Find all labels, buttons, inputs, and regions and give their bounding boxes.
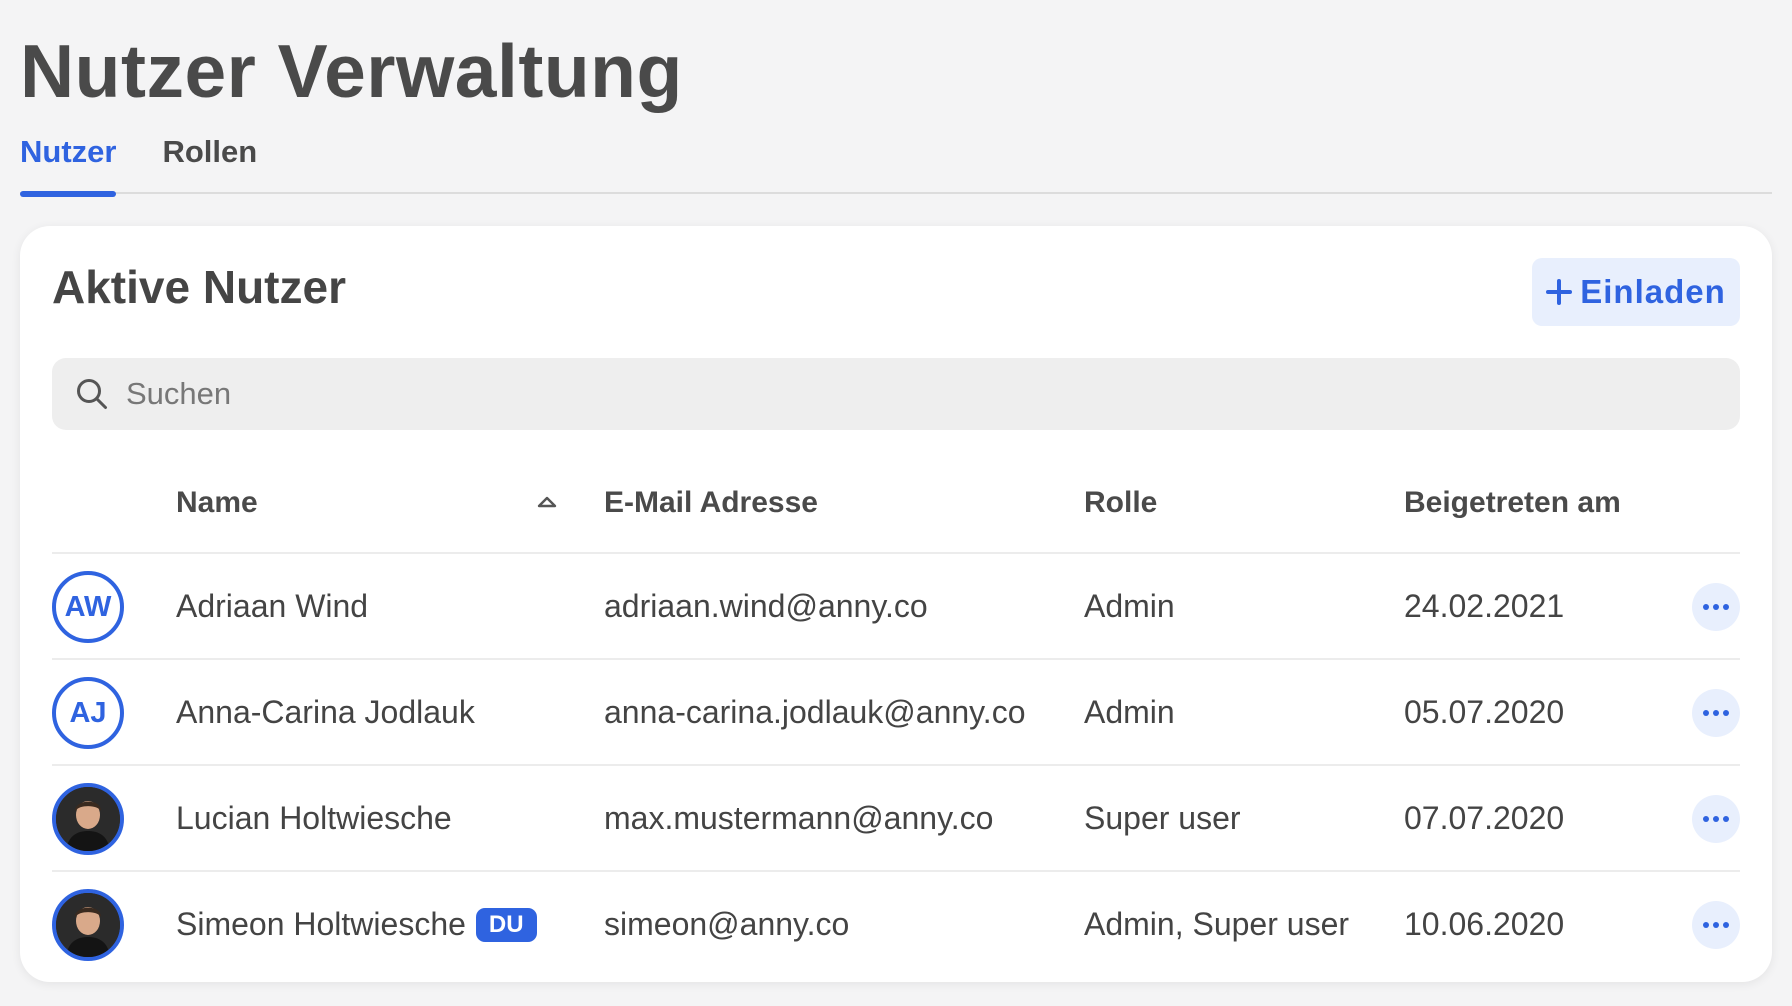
column-header-email: E-Mail Adresse: [604, 486, 818, 519]
user-joined-date: 07.07.2020: [1404, 800, 1565, 836]
user-name-cell: Simeon Holtwiesche DU: [176, 906, 537, 943]
user-email: simeon@anny.co: [604, 906, 850, 942]
more-dots-icon: [1703, 710, 1709, 716]
row-more-button[interactable]: [1692, 901, 1740, 949]
more-dots-icon-dot: [1713, 604, 1719, 610]
user-role: Super user: [1084, 800, 1241, 836]
tab-rollen[interactable]: Rollen: [162, 128, 257, 194]
users-table: Name E-Mail Adresse Rolle Beigetreten am…: [52, 448, 1740, 978]
more-dots-icon-dot: [1723, 922, 1729, 928]
user-joined-date: 05.07.2020: [1404, 694, 1565, 730]
avatar: AW: [52, 571, 124, 643]
table-header: Name E-Mail Adresse Rolle Beigetreten am: [52, 448, 1740, 554]
more-dots-icon-dot: [1723, 816, 1729, 822]
page-title: Nutzer Verwaltung: [20, 29, 683, 113]
more-dots-icon-dot: [1713, 922, 1719, 928]
more-dots-icon-dot: [1713, 710, 1719, 716]
user-role: Admin, Super user: [1084, 906, 1350, 942]
avatar: AJ: [52, 677, 124, 749]
user-email: anna-carina.jodlauk@anny.co: [604, 694, 1026, 730]
person-photo-icon: [56, 787, 120, 851]
user-joined-date: 10.06.2020: [1404, 906, 1565, 942]
user-email: max.mustermann@anny.co: [604, 800, 994, 836]
more-dots-icon: [1703, 604, 1709, 610]
column-header-name[interactable]: Name: [176, 486, 258, 520]
search-bar[interactable]: [52, 358, 1740, 430]
search-icon: [77, 379, 107, 409]
user-joined-date: 24.02.2021: [1404, 588, 1565, 624]
user-name: Lucian Holtwiesche: [176, 800, 452, 836]
more-dots-icon: [1703, 816, 1709, 822]
table-row[interactable]: Simeon Holtwiesche DU simeon@anny.co Admi…: [52, 872, 1740, 978]
user-role: Admin: [1084, 588, 1175, 624]
current-user-badge: DU: [475, 908, 537, 942]
column-header-role: Rolle: [1084, 486, 1158, 519]
row-more-button[interactable]: [1692, 689, 1740, 737]
invite-button[interactable]: Einladen: [1532, 258, 1740, 326]
user-name: Anna-Carina Jodlauk: [176, 694, 475, 730]
sort-ascending-icon[interactable]: [536, 494, 558, 510]
card-title: Aktive Nutzer: [52, 261, 346, 313]
invite-button-label: Einladen: [1580, 273, 1726, 310]
person-photo-icon: [56, 893, 120, 957]
user-name: Simeon Holtwiesche: [176, 906, 466, 942]
user-name: Adriaan Wind: [176, 588, 369, 624]
column-header-joined: Beigetreten am: [1404, 486, 1621, 519]
avatar-photo: [52, 783, 124, 855]
row-more-button[interactable]: [1692, 795, 1740, 843]
more-dots-icon-dot: [1723, 604, 1729, 610]
user-role: Admin: [1084, 694, 1175, 730]
table-row[interactable]: AW Adriaan Wind adriaan.wind@anny.co Adm…: [52, 554, 1740, 660]
more-dots-icon-dot: [1713, 816, 1719, 822]
active-users-card: Aktive Nutzer Einladen Name E-Mail Adres…: [20, 226, 1772, 982]
avatar-photo: [52, 889, 124, 961]
row-more-button[interactable]: [1692, 583, 1740, 631]
plus-icon: [1546, 279, 1573, 305]
page: Nutzer Verwaltung Nutzer Rollen Aktive N…: [0, 0, 1792, 1006]
table-row[interactable]: AJ Anna-Carina Jodlauk anna-carina.jodla…: [52, 660, 1740, 766]
user-email: adriaan.wind@anny.co: [604, 588, 928, 624]
more-dots-icon: [1703, 922, 1709, 928]
more-dots-icon-dot: [1723, 710, 1729, 716]
table-row[interactable]: Lucian Holtwiesche max.mustermann@anny.c…: [52, 766, 1740, 872]
tab-bar: Nutzer Rollen: [20, 128, 1772, 197]
tab-nutzer[interactable]: Nutzer: [20, 128, 117, 197]
search-input[interactable]: [126, 376, 1626, 412]
